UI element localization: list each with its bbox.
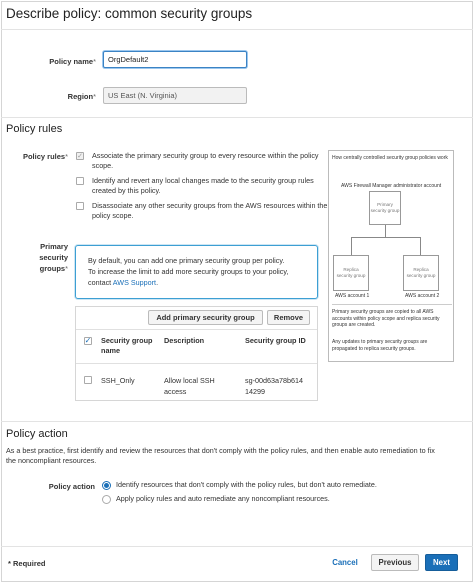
- page-title: Describe policy: common security groups: [6, 6, 253, 21]
- diagram-caption: How centrally controlled security group …: [332, 155, 448, 161]
- rule-associate-text: Associate the primary security group to …: [92, 151, 319, 170]
- policy-rules-label: Policy rules*: [22, 152, 68, 161]
- diagram-connector: [351, 237, 352, 255]
- row-sg-name: SSH_Only: [101, 376, 135, 385]
- rule-disassociate-text: Disassociate any other security groups f…: [92, 201, 328, 220]
- policy-action-section-title: Policy action: [6, 428, 68, 440]
- rule-associate-checkbox[interactable]: [76, 152, 84, 160]
- diagram-note-1: Primary security groups are copied to al…: [332, 309, 440, 328]
- region-label: Region*: [67, 92, 96, 101]
- diagram-connector: [385, 225, 386, 237]
- row-sg-id: sg-00d63a78b614 14299: [245, 376, 303, 396]
- row-sg-description: Allow local SSH access: [164, 376, 215, 396]
- table-row[interactable]: SSH_Only Allow local SSH access sg-00d63…: [76, 364, 317, 400]
- required-note: * Required: [8, 559, 46, 568]
- remove-button[interactable]: Remove: [267, 310, 310, 325]
- row-select-checkbox[interactable]: [84, 376, 92, 384]
- diagram-account-1: AWS account 1: [335, 293, 370, 299]
- how-it-works-diagram: How centrally controlled security group …: [328, 150, 454, 362]
- policy-action-label: Policy action: [48, 482, 95, 491]
- primary-sg-info-box: By default, you can add one primary secu…: [75, 245, 318, 299]
- action-identify-text: Identify resources that don't comply wit…: [116, 480, 377, 489]
- aws-support-link[interactable]: AWS Support: [113, 278, 156, 287]
- action-remediate-text: Apply policy rules and auto remediate an…: [116, 494, 330, 503]
- diagram-divider: [332, 304, 452, 305]
- select-all-checkbox[interactable]: [84, 337, 92, 345]
- rule-revert-checkbox[interactable]: [76, 177, 84, 185]
- action-identify-radio[interactable]: [102, 481, 111, 490]
- section-divider: [1, 117, 473, 118]
- diagram-primary-sg-box: Primary security group: [369, 191, 401, 225]
- previous-button[interactable]: Previous: [371, 554, 419, 571]
- header-divider: [1, 29, 473, 30]
- diagram-connector: [351, 237, 420, 238]
- policy-rules-section-title: Policy rules: [6, 123, 63, 135]
- diagram-replica-box-right: Replica security group: [403, 255, 439, 291]
- region-field: US East (N. Virginia): [103, 87, 247, 104]
- primary-security-groups-label: Primary security groups*: [39, 242, 68, 273]
- rule-disassociate-checkbox[interactable]: [76, 202, 84, 210]
- policy-name-label: Policy name*: [49, 57, 96, 66]
- action-remediate-radio[interactable]: [102, 495, 111, 504]
- column-header-name: Security group name: [101, 336, 153, 355]
- table-divider: [76, 329, 317, 330]
- rule-revert-text: Identify and revert any local changes ma…: [92, 176, 314, 195]
- cancel-button[interactable]: Cancel: [327, 554, 363, 571]
- column-header-id: Security group ID: [245, 336, 306, 345]
- diagram-connector: [420, 237, 421, 255]
- policy-action-description: As a best practice, first identify and r…: [6, 446, 435, 465]
- diagram-note-2: Any updates to primary security groups a…: [332, 339, 428, 352]
- diagram-admin-account: AWS Firewall Manager administrator accou…: [341, 183, 442, 189]
- column-header-description: Description: [164, 336, 205, 345]
- primary-sg-table: Add primary security group Remove Securi…: [75, 306, 318, 401]
- add-primary-security-group-button[interactable]: Add primary security group: [148, 310, 263, 325]
- section-divider: [1, 421, 473, 422]
- footer-divider: [1, 546, 473, 547]
- policy-name-input[interactable]: OrgDefault2: [103, 51, 247, 68]
- diagram-account-2: AWS account 2: [405, 293, 440, 299]
- next-button[interactable]: Next: [425, 554, 458, 571]
- diagram-replica-box-left: Replica security group: [333, 255, 369, 291]
